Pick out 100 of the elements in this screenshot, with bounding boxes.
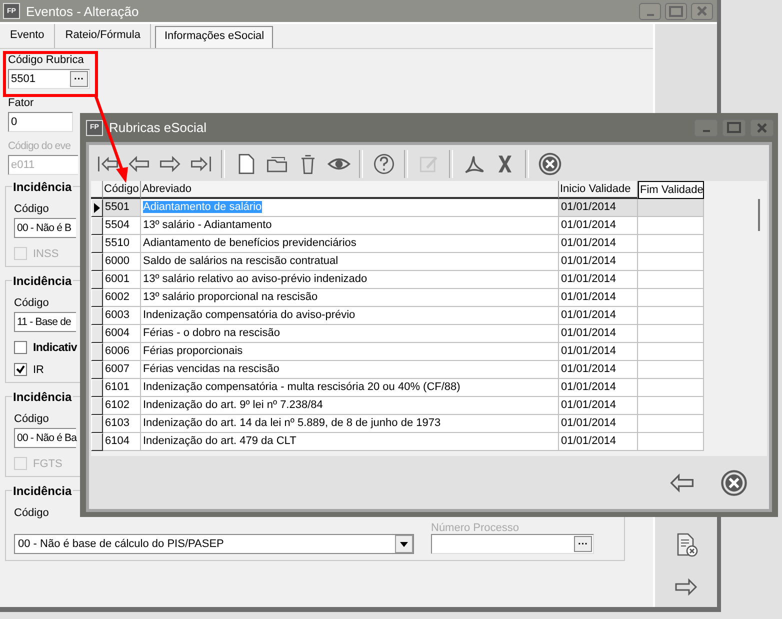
table-cell: 01/01/2014 (559, 415, 638, 433)
cell-text: Indenização do art. 14 da lei nº 5.889, de 8 de junho de 1973 (143, 417, 441, 429)
column-header[interactable]: Fim Validade (638, 181, 704, 199)
table-cell: 6000 (103, 253, 141, 271)
maximize-icon (727, 122, 741, 133)
checkbox[interactable] (14, 363, 27, 376)
group-title: Incidência (12, 390, 73, 404)
checkbox-label: FGTS (33, 458, 62, 470)
checkbox-label: IR (33, 364, 44, 376)
checkbox-label: Indicativ (33, 342, 77, 354)
row-indicator[interactable] (91, 217, 103, 235)
table-cell: 5504 (103, 217, 141, 235)
cell-text: Indenização do art. 479 da CLT (143, 435, 296, 447)
table-cell (638, 199, 704, 217)
field-label: Código (14, 413, 49, 427)
table-cell (638, 289, 704, 307)
combo-value: 00 - Não é B (17, 222, 72, 234)
field-label: Número Processo (431, 522, 520, 534)
process-field[interactable]: ··· (431, 534, 594, 554)
table-cell: 01/01/2014 (559, 235, 638, 253)
combo-box[interactable]: 00 - Não é base de cálculo do PIS/PASEP (14, 534, 414, 554)
cell-text: Indenização compensatória do aviso-prévio (143, 309, 356, 321)
checkbox[interactable] (14, 341, 27, 354)
column-header[interactable]: Inicio Validade (559, 181, 638, 199)
row-indicator[interactable] (91, 397, 103, 415)
row-indicator[interactable] (91, 289, 103, 307)
tab[interactable]: Rateio/Fórmula (55, 24, 152, 48)
table-cell: 6001 (103, 271, 141, 289)
browse-button[interactable]: ··· (70, 71, 88, 87)
row-indicator[interactable] (91, 415, 103, 433)
combo-box[interactable]: 11 - Base de (14, 312, 76, 332)
row-indicator[interactable] (91, 361, 103, 379)
current-row-icon (94, 203, 100, 213)
table-cell: 01/01/2014 (559, 379, 638, 397)
table-cell (638, 343, 704, 361)
table-cell (638, 361, 704, 379)
row-indicator[interactable] (91, 325, 103, 343)
table-cell: 01/01/2014 (559, 289, 638, 307)
tab[interactable]: Informações eSocial (155, 26, 274, 48)
row-indicator[interactable] (91, 433, 103, 451)
combo-box[interactable]: 00 - Não é Ba (14, 428, 76, 448)
window-title: Eventos - Alteração (26, 4, 140, 18)
combo-box[interactable]: 00 - Não é B (14, 218, 76, 238)
table-cell: 6103 (103, 415, 141, 433)
maximize-icon (669, 6, 683, 16)
field-label: Código (14, 507, 49, 521)
table-cell (638, 253, 704, 271)
row-indicator[interactable] (91, 199, 103, 217)
table-cell: 6102 (103, 397, 141, 415)
field-value: 5501 (11, 73, 36, 85)
browse-button[interactable]: ··· (574, 536, 592, 552)
table-cell: 01/01/2014 (559, 397, 638, 415)
table-cell: 01/01/2014 (559, 199, 638, 217)
cell-text: 13º salário - Adiantamento (143, 219, 272, 231)
cell-text: Indenização do art. 9º lei nº 7.238/84 (143, 399, 323, 411)
column-header[interactable]: Código (103, 181, 141, 199)
group-title: Incidência (12, 274, 73, 288)
checkbox-label: INSS (33, 248, 59, 260)
cell-text: Férias proporcionais (143, 345, 243, 357)
row-indicator[interactable] (91, 271, 103, 289)
table-cell: 01/01/2014 (559, 217, 638, 235)
table-cell (638, 433, 704, 451)
field-label: Fator (8, 97, 34, 111)
cell-text: Indenização compensatória - multa rescisória 20 ou 40% (CF/88) (143, 381, 460, 393)
cell-text: 13º salário relativo ao aviso-prévio indenizado (143, 273, 368, 285)
field-value: 0 (11, 116, 18, 128)
table-cell: 01/01/2014 (559, 307, 638, 325)
scrollbar-thumb[interactable] (758, 199, 760, 231)
row-indicator[interactable] (91, 307, 103, 325)
table-cell: 5501 (103, 199, 141, 217)
table-cell (638, 235, 704, 253)
combo-value: 11 - Base de (17, 316, 71, 328)
cancel-icon (536, 151, 562, 177)
table-cell (638, 217, 704, 235)
row-indicator[interactable] (91, 235, 103, 253)
code-field[interactable]: 5501 ··· (8, 69, 90, 89)
row-indicator[interactable] (91, 253, 103, 271)
tab[interactable]: Evento (0, 24, 56, 48)
cell-text: Adiantamento de benefícios previdenciários (143, 237, 356, 249)
table-cell (638, 415, 704, 433)
table-cell: 5510 (103, 235, 141, 253)
group-title: Incidência (12, 484, 73, 498)
table-cell: 01/01/2014 (559, 361, 638, 379)
table-cell: 6002 (103, 289, 141, 307)
table-cell: 6007 (103, 361, 141, 379)
table-cell (638, 397, 704, 415)
factor-field[interactable]: 0 (8, 112, 73, 132)
cell-text: 13º salário proporcional na rescisão (143, 291, 318, 303)
minimize-icon (646, 14, 654, 16)
close-icon (696, 6, 708, 16)
row-indicator[interactable] (91, 379, 103, 397)
field-label: Código Rubrica (8, 54, 84, 68)
cell-text: Férias - o dobro na rescisão (143, 327, 280, 339)
column-header[interactable]: Abreviado (141, 181, 559, 199)
table-cell: 01/01/2014 (559, 325, 638, 343)
table-cell: 6104 (103, 433, 141, 451)
row-indicator[interactable] (91, 343, 103, 361)
table-cell: 6003 (103, 307, 141, 325)
combo-value: 00 - Não é base de cálculo do PIS/PASEP (18, 538, 224, 550)
cell-text: Adiantamento de salário (143, 201, 262, 213)
